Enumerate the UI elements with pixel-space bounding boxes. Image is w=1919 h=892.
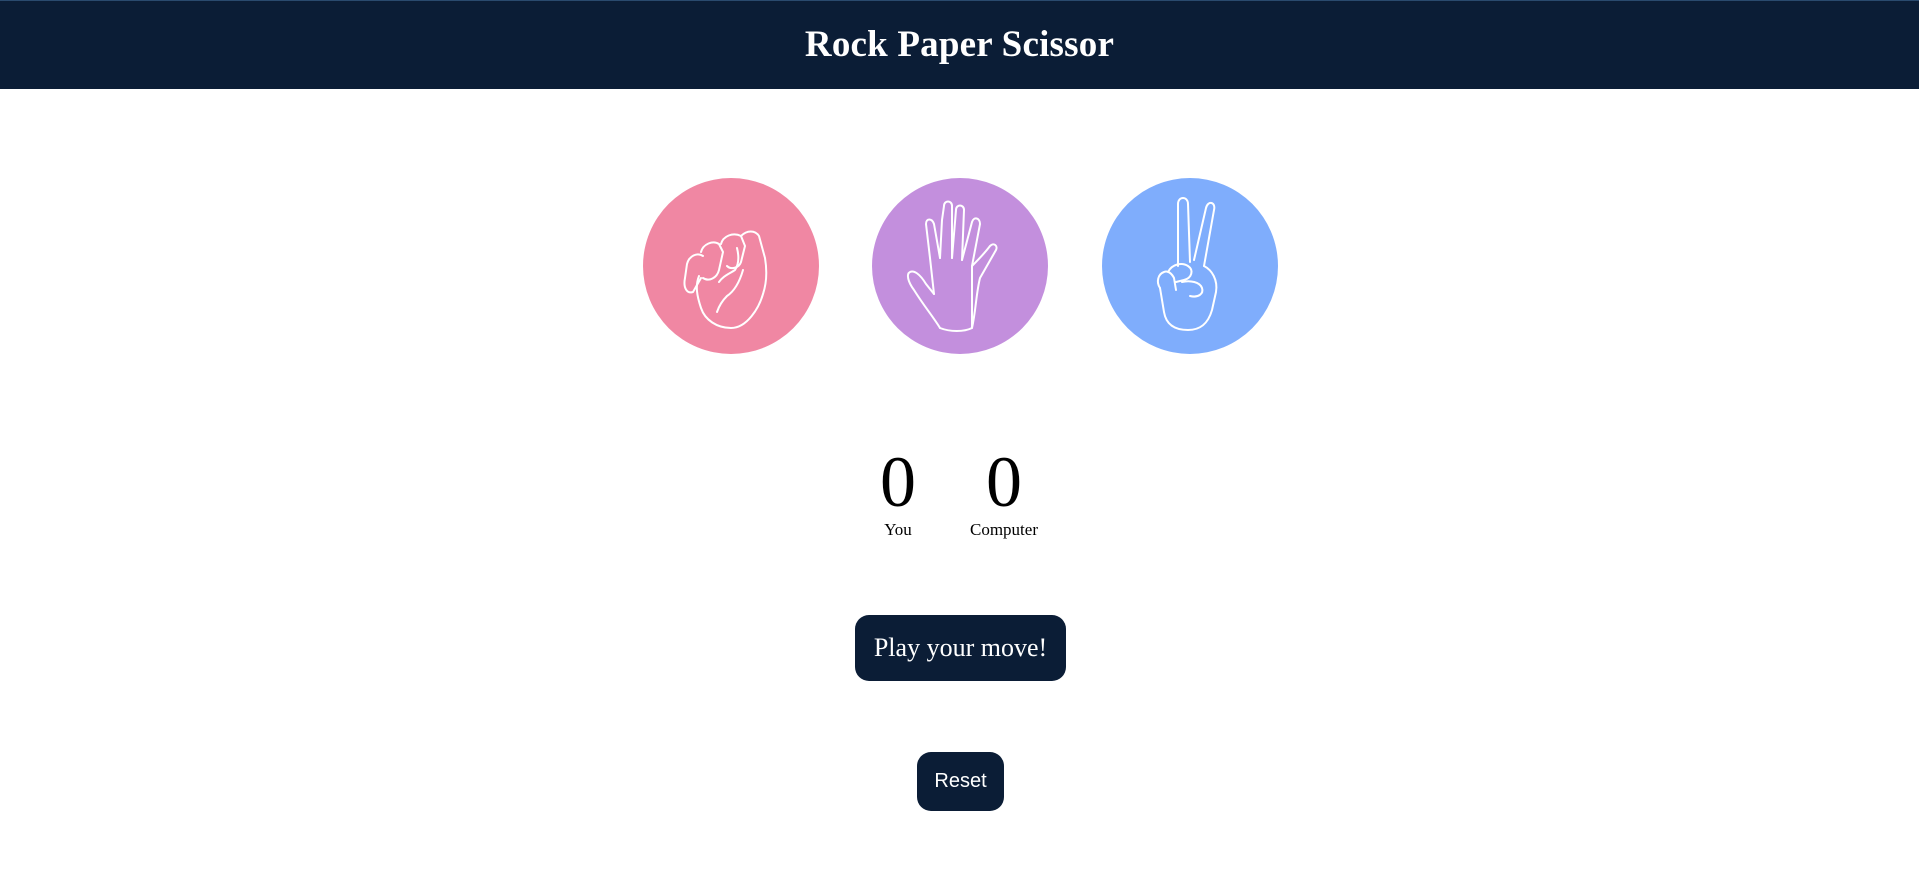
paper-hand-icon (906, 200, 998, 332)
computer-score-label: Computer (970, 520, 1038, 539)
scissors-hand-icon (1156, 197, 1218, 331)
user-score-value: 0 (880, 442, 916, 522)
scissors-choice-button[interactable] (1102, 178, 1278, 354)
user-score-label: You (884, 520, 912, 539)
computer-score: 0 Computer (954, 442, 1054, 540)
rock-fist-icon (683, 230, 768, 329)
computer-score-value: 0 (986, 442, 1022, 522)
paper-choice-button[interactable] (872, 178, 1048, 354)
page-title: Rock Paper Scissor (804, 23, 1115, 65)
user-score: 0 You (870, 442, 926, 540)
result-message: Play your move! (855, 615, 1066, 681)
header-bar: Rock Paper Scissor (0, 0, 1919, 89)
rock-choice-button[interactable] (643, 178, 819, 354)
choices-container (0, 178, 1919, 354)
reset-button[interactable]: Reset (917, 752, 1004, 811)
